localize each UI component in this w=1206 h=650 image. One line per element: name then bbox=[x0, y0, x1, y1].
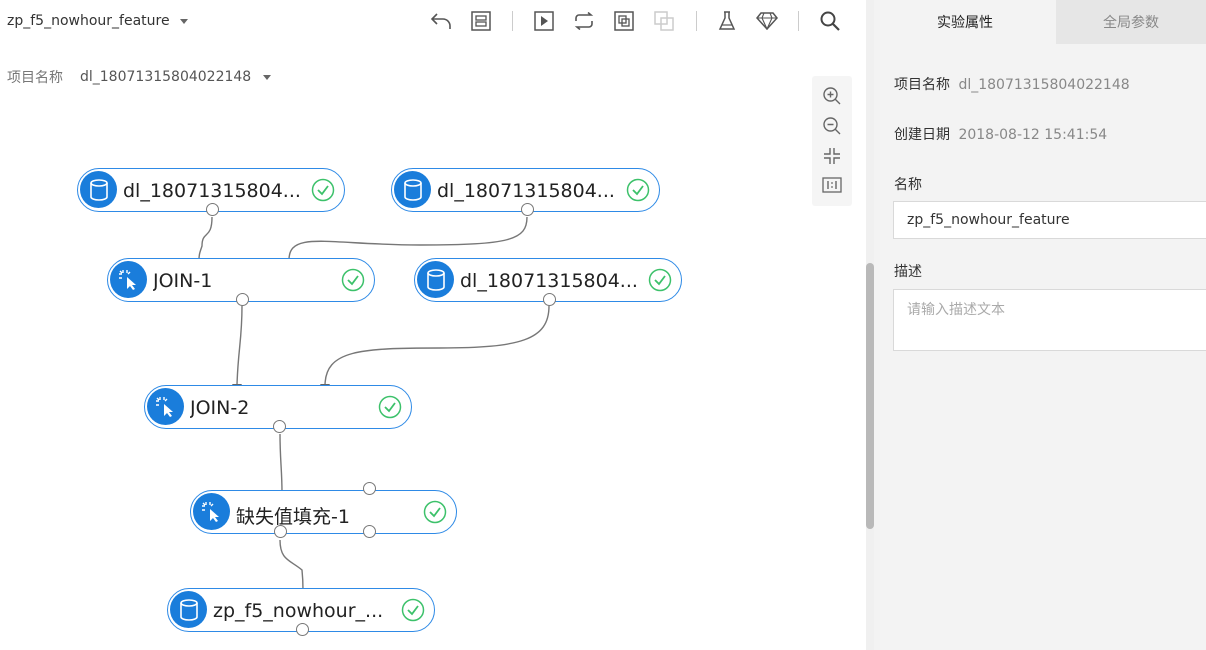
tab-experiment-properties[interactable]: 实验属性 bbox=[874, 0, 1056, 44]
edge bbox=[279, 539, 304, 591]
graph-edges bbox=[194, 216, 550, 596]
component-icon bbox=[193, 493, 230, 530]
project-label: 项目名称 bbox=[7, 70, 63, 86]
success-check-icon bbox=[341, 268, 365, 292]
database-icon bbox=[170, 591, 207, 628]
node-data-source-2[interactable]: dl_18071315804... bbox=[391, 168, 660, 216]
node-label: JOIN-2 bbox=[190, 397, 250, 419]
node-missing-value-fill-1[interactable]: 缺失值填充-1 bbox=[190, 482, 457, 538]
database-icon bbox=[80, 171, 117, 208]
panel-tabs: 实验属性 全局参数 bbox=[874, 0, 1206, 44]
zoom-in-icon[interactable] bbox=[821, 85, 843, 107]
format-layout-icon[interactable] bbox=[468, 8, 494, 34]
success-check-icon bbox=[423, 500, 447, 524]
model-diamond-icon[interactable] bbox=[754, 8, 780, 34]
node-data-source-1[interactable]: dl_18071315804... bbox=[77, 168, 345, 216]
output-port[interactable] bbox=[206, 203, 219, 216]
component-icon bbox=[147, 388, 184, 425]
edge bbox=[236, 305, 243, 386]
success-check-icon bbox=[378, 395, 402, 419]
edge bbox=[279, 433, 283, 494]
success-check-icon bbox=[311, 178, 335, 202]
name-label: 名称 bbox=[894, 177, 922, 193]
toolbar-divider bbox=[696, 11, 697, 31]
toolbar-divider bbox=[798, 11, 799, 31]
input-port[interactable] bbox=[363, 482, 376, 495]
node-join-1[interactable]: JOIN-1 bbox=[107, 258, 375, 306]
node-label: 缺失值填充-1 bbox=[236, 506, 350, 528]
experiment-title: zp_f5_nowhour_feature bbox=[7, 13, 170, 29]
output-port[interactable] bbox=[273, 420, 286, 433]
node-output-table[interactable]: zp_f5_nowhour_... bbox=[167, 588, 435, 636]
copy-icon[interactable] bbox=[611, 8, 637, 34]
chevron-down-icon bbox=[179, 18, 188, 24]
paste-icon[interactable] bbox=[651, 8, 677, 34]
zoom-out-icon[interactable] bbox=[821, 115, 843, 137]
component-icon bbox=[110, 261, 147, 298]
database-icon bbox=[394, 171, 431, 208]
success-check-icon bbox=[626, 178, 650, 202]
undo-icon[interactable] bbox=[428, 8, 454, 34]
node-label: dl_18071315804... bbox=[437, 180, 615, 202]
created-date-label: 创建日期 bbox=[894, 127, 950, 143]
database-icon bbox=[417, 261, 454, 298]
canvas-scrollbar-thumb[interactable] bbox=[866, 263, 874, 529]
output-port[interactable] bbox=[296, 623, 309, 636]
run-icon[interactable] bbox=[531, 8, 557, 34]
properties-panel: 实验属性 全局参数 项目名称 dl_18071315804022148 创建日期… bbox=[874, 0, 1206, 650]
description-field[interactable] bbox=[893, 289, 1206, 351]
loop-icon[interactable] bbox=[571, 8, 597, 34]
edge bbox=[288, 216, 528, 261]
description-label: 描述 bbox=[894, 264, 922, 280]
success-check-icon bbox=[401, 598, 425, 622]
project-name-row: 项目名称 dl_18071315804022148 bbox=[894, 74, 1130, 94]
success-check-icon bbox=[648, 268, 672, 292]
project-selector[interactable]: 项目名称 dl_18071315804022148 bbox=[7, 67, 272, 87]
output-port[interactable] bbox=[236, 293, 249, 306]
node-label: dl_18071315804... bbox=[460, 270, 638, 292]
chevron-down-icon bbox=[263, 74, 272, 80]
toolbar-divider bbox=[512, 11, 513, 31]
created-date-value: 2018-08-12 15:41:54 bbox=[958, 127, 1108, 143]
tab-global-parameters[interactable]: 全局参数 bbox=[1056, 0, 1206, 44]
edge bbox=[324, 305, 550, 387]
project-name-label: 项目名称 bbox=[894, 77, 950, 93]
node-label: dl_18071315804... bbox=[123, 180, 301, 202]
project-name-value: dl_18071315804022148 bbox=[958, 77, 1130, 93]
node-join-2[interactable]: JOIN-2 bbox=[144, 385, 412, 433]
experiment-flask-icon[interactable] bbox=[714, 8, 740, 34]
created-date-row: 创建日期 2018-08-12 15:41:54 bbox=[894, 124, 1107, 144]
fit-screen-icon[interactable] bbox=[821, 145, 843, 167]
toolbar: zp_f5_nowhour_feature bbox=[0, 0, 866, 44]
experiment-selector[interactable]: zp_f5_nowhour_feature bbox=[7, 13, 188, 29]
output-port[interactable] bbox=[363, 525, 376, 538]
search-icon[interactable] bbox=[817, 8, 843, 34]
output-port[interactable] bbox=[543, 293, 556, 306]
name-field[interactable] bbox=[893, 201, 1206, 239]
output-port[interactable] bbox=[521, 203, 534, 216]
actual-size-icon[interactable] bbox=[821, 174, 843, 196]
edge bbox=[198, 216, 213, 261]
node-data-source-3[interactable]: dl_18071315804... bbox=[414, 258, 682, 306]
project-value: dl_18071315804022148 bbox=[80, 69, 252, 85]
experiment-editor: zp_f5_nowhour_feature 项目名称 dl_1807131580… bbox=[0, 0, 1206, 650]
node-label: JOIN-1 bbox=[153, 270, 213, 292]
zoom-controls bbox=[812, 76, 852, 206]
output-port[interactable] bbox=[274, 525, 287, 538]
node-label: zp_f5_nowhour_... bbox=[213, 600, 384, 622]
